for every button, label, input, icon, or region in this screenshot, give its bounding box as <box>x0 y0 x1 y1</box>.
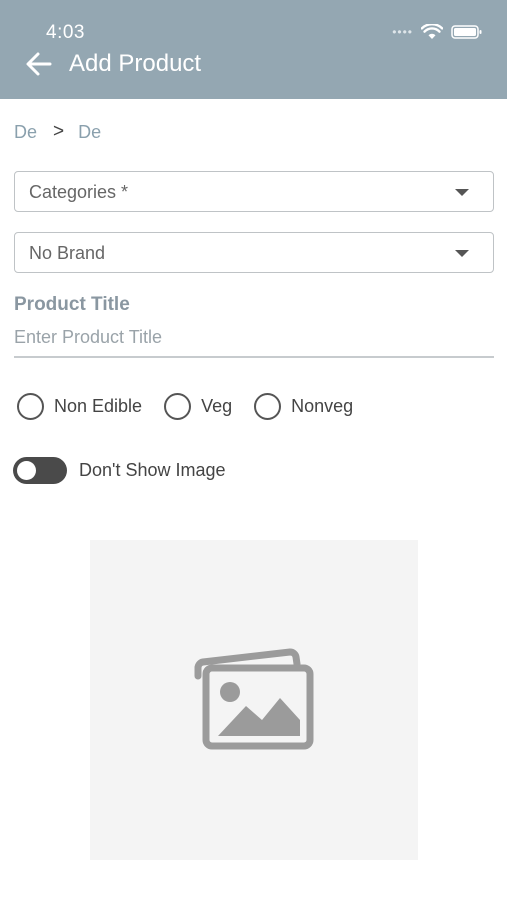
status-time: 4:03 <box>46 22 85 43</box>
image-placeholder-icon <box>194 648 314 750</box>
category-select-value: Categories * <box>29 182 129 202</box>
radio-nonveg[interactable]: Nonveg <box>254 393 353 420</box>
product-image-placeholder[interactable] <box>90 540 418 860</box>
show-image-toggle-row: Don't Show Image <box>13 457 226 484</box>
dropdown-caret-icon <box>455 189 469 196</box>
radio-label: Veg <box>201 396 233 416</box>
breadcrumb-separator: > <box>53 121 65 142</box>
battery-icon <box>451 25 482 39</box>
brand-select-value: No Brand <box>29 243 106 263</box>
toggle-knob <box>17 461 36 480</box>
product-title-label: Product Title <box>14 294 130 315</box>
breadcrumb-item[interactable]: De <box>14 122 37 143</box>
back-arrow-icon[interactable] <box>24 50 54 78</box>
status-icons: •••• <box>392 24 483 40</box>
food-type-radio-group: Non Edible Veg Nonveg <box>17 393 375 420</box>
radio-label: Non Edible <box>54 396 143 416</box>
signal-icon: •••• <box>392 25 413 39</box>
radio-circle-icon <box>254 393 282 420</box>
page-title: Add Product <box>69 50 202 77</box>
brand-select[interactable]: No Brand <box>14 232 494 273</box>
breadcrumb: De > De <box>14 121 101 143</box>
radio-non-edible[interactable]: Non Edible <box>17 393 142 420</box>
breadcrumb-item[interactable]: De <box>78 122 101 143</box>
radio-label: Nonveg <box>291 396 354 416</box>
show-image-toggle[interactable] <box>13 457 67 484</box>
wifi-icon <box>421 24 443 39</box>
toggle-label: Don't Show Image <box>79 460 226 480</box>
category-select[interactable]: Categories * <box>14 171 494 212</box>
radio-circle-icon <box>17 393 44 420</box>
radio-veg[interactable]: Veg <box>164 393 232 420</box>
app-bar: 4:03 •••• Add Product <box>0 0 507 99</box>
product-title-input[interactable] <box>14 318 494 358</box>
radio-circle-icon <box>164 393 192 420</box>
dropdown-caret-icon <box>455 250 469 257</box>
